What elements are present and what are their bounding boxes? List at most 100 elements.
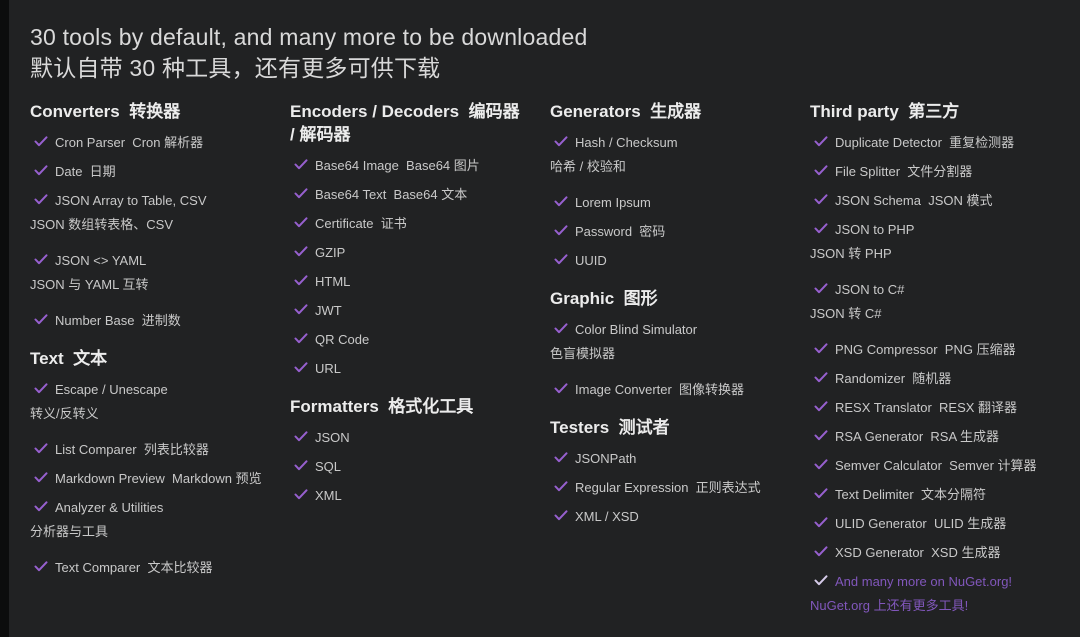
tool-item: ULID Generator ULID 生成器	[810, 515, 1044, 532]
section-title: Encoders / Decoders 编码器 / 解码器	[290, 100, 522, 146]
section-title: Testers 测试者	[550, 416, 782, 439]
check-icon	[554, 323, 568, 334]
tool-item: Date 日期	[30, 163, 262, 180]
tool-item: Analyzer & Utilities分析器与工具	[30, 499, 262, 540]
tool-item: JSON Schema JSON 模式	[810, 192, 1044, 209]
section-encoders: Encoders / Decoders 编码器 / 解码器Base64 Imag…	[290, 100, 522, 377]
tool-item-label: Certificate 证书	[315, 216, 407, 231]
tool-item-label-wrapped: 色盲模拟器	[550, 345, 782, 362]
tool-item: XML / XSD	[550, 508, 782, 525]
check-icon	[814, 546, 828, 557]
tool-item-label: URL	[315, 361, 341, 376]
tool-item-label: SQL	[315, 459, 341, 474]
tool-item: Base64 Text Base64 文本	[290, 186, 522, 203]
check-icon	[814, 165, 828, 176]
tool-item-label: Escape / Unescape	[55, 382, 168, 397]
tool-item-label: QR Code	[315, 332, 369, 347]
tool-item: JSON to PHP JSON 转 PHP	[810, 221, 1044, 262]
tool-item: RESX Translator RESX 翻译器	[810, 399, 1044, 416]
page-title-en: 30 tools by default, and many more to be…	[30, 22, 1050, 53]
check-icon	[294, 460, 308, 471]
check-icon	[554, 225, 568, 236]
tool-item-label-wrapped: JSON 数组转表格、CSV	[30, 216, 262, 233]
section-converters: Converters 转换器 Cron Parser Cron 解析器 Date 日…	[30, 100, 262, 329]
tool-item-line: ULID Generator ULID 生成器	[810, 515, 1044, 532]
section-title: Converters 转换器	[30, 100, 262, 123]
section-title: Third party 第三方	[810, 100, 1044, 123]
tool-item-label: JSON to C#	[835, 282, 904, 297]
section-title: Generators 生成器	[550, 100, 782, 123]
section-text: Text 文本Escape / Unescape转义/反转义List Compa…	[30, 347, 262, 576]
tool-item-label: Number Base 进制数	[55, 313, 181, 328]
tool-item-label: File Splitter 文件分割器	[835, 164, 972, 179]
check-icon	[294, 159, 308, 170]
tool-item-label: Password 密码	[575, 224, 665, 239]
tools-overview-page: 30 tools by default, and many more to be…	[0, 0, 1080, 633]
tool-item-line: Password 密码	[550, 223, 782, 240]
tool-item-line: RSA Generator RSA 生成器	[810, 428, 1044, 445]
tool-item: Password 密码	[550, 223, 782, 240]
tool-item-label: XML / XSD	[575, 509, 639, 524]
tool-item-label: XSD Generator XSD 生成器	[835, 545, 1000, 560]
tool-item-line: Text Comparer 文本比较器	[30, 559, 262, 576]
tool-item: Regular Expression 正则表达式	[550, 479, 782, 496]
tool-item-label-wrapped: JSON 与 YAML 互转	[30, 276, 262, 293]
column-4: Third party 第三方 Duplicate Detector 重复检测器 F…	[810, 100, 1044, 633]
tool-item-line: Semver Calculator Semver 计算器	[810, 457, 1044, 474]
tool-item: JSON <> YAML JSON 与 YAML 互转	[30, 252, 262, 293]
check-icon	[814, 401, 828, 412]
tool-item-line: JSON Schema JSON 模式	[810, 192, 1044, 209]
tool-item: Text Delimiter 文本分隔符	[810, 486, 1044, 503]
tool-item-line: JWT	[290, 302, 522, 319]
tool-item: Duplicate Detector 重复检测器	[810, 134, 1044, 151]
tool-item-label-wrapped: 转义/反转义	[30, 405, 262, 422]
check-icon	[34, 314, 48, 325]
tool-item-line: Regular Expression 正则表达式	[550, 479, 782, 496]
check-icon	[554, 383, 568, 394]
check-icon	[34, 194, 48, 205]
tool-item-label-wrapped: JSON 转 C#	[810, 305, 1044, 322]
tool-item-line: Color Blind Simulator	[550, 321, 782, 338]
tool-item-line: HTML	[290, 273, 522, 290]
tool-item-line: GZIP	[290, 244, 522, 261]
tool-item: GZIP	[290, 244, 522, 261]
tool-item: Image Converter 图像转换器	[550, 381, 782, 398]
tool-item-label-wrapped: 哈希 / 校验和	[550, 158, 782, 175]
tool-item-line: Base64 Text Base64 文本	[290, 186, 522, 203]
tool-item-label: PNG Compressor PNG 压缩器	[835, 342, 1016, 357]
tool-item-line: JSON	[290, 429, 522, 446]
check-icon	[34, 472, 48, 483]
tool-columns: Converters 转换器 Cron Parser Cron 解析器 Date 日…	[30, 100, 1050, 633]
check-icon	[814, 430, 828, 441]
tool-item-label: HTML	[315, 274, 350, 289]
tool-item-line: JSONPath	[550, 450, 782, 467]
check-icon	[554, 136, 568, 147]
tool-item: Cron Parser Cron 解析器	[30, 134, 262, 151]
tool-item: Text Comparer 文本比较器	[30, 559, 262, 576]
tool-item-line: Lorem Ipsum	[550, 194, 782, 211]
check-icon	[814, 223, 828, 234]
check-icon	[294, 275, 308, 286]
check-icon	[814, 283, 828, 294]
tool-item-label: Semver Calculator Semver 计算器	[835, 458, 1037, 473]
tool-item-line: XML	[290, 487, 522, 504]
tool-item-label-wrapped: JSON 转 PHP	[810, 245, 1044, 262]
tool-item-line: UUID	[550, 252, 782, 269]
nuget-link-item[interactable]: And many more on NuGet.org!NuGet.org 上还有…	[810, 573, 1044, 614]
check-icon	[294, 246, 308, 257]
tool-item-label: Image Converter 图像转换器	[575, 382, 744, 397]
tool-item: PNG Compressor PNG 压缩器	[810, 341, 1044, 358]
tool-item-line: SQL	[290, 458, 522, 475]
check-icon	[554, 254, 568, 265]
check-icon	[554, 510, 568, 521]
tool-item-line: QR Code	[290, 331, 522, 348]
tool-item: Certificate 证书	[290, 215, 522, 232]
tool-item-line: Analyzer & Utilities	[30, 499, 262, 516]
tool-item-label-wrapped: NuGet.org 上还有更多工具!	[810, 597, 1044, 614]
tool-item-line: JSON <> YAML	[30, 252, 262, 269]
tool-item-line: Date 日期	[30, 163, 262, 180]
tool-item: XML	[290, 487, 522, 504]
tool-item-label: JSON to PHP	[835, 222, 914, 237]
tool-item-line: Escape / Unescape	[30, 381, 262, 398]
tool-item-line: XSD Generator XSD 生成器	[810, 544, 1044, 561]
